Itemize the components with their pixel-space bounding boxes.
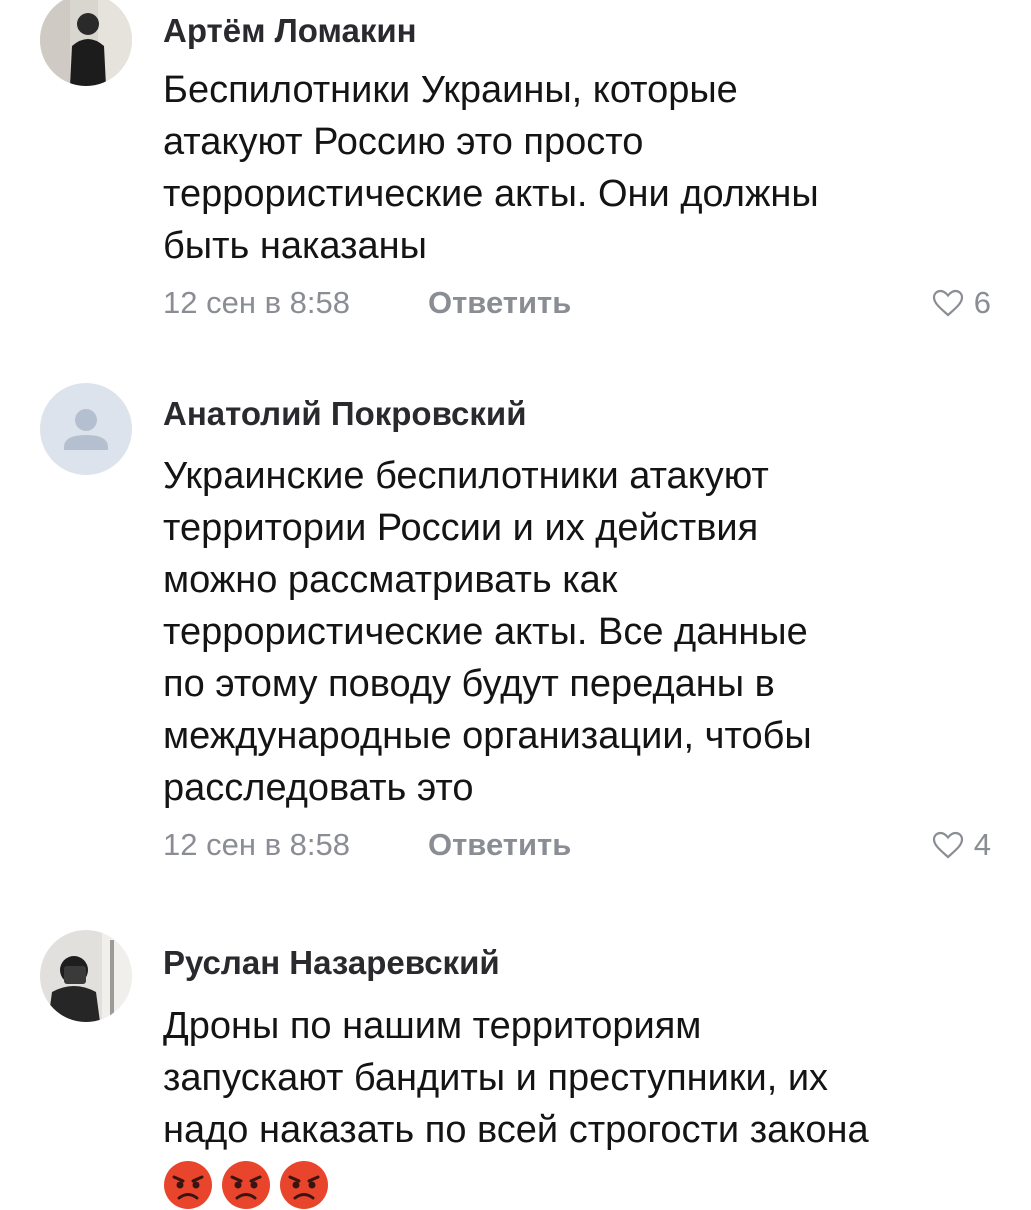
comment-line: надо наказать по всей строгости закона <box>163 1109 869 1151</box>
comment-author[interactable]: Руслан Назаревский <box>163 944 500 982</box>
comment-text: Дроны по нашим территориям запускают бан… <box>163 1000 1003 1156</box>
heart-icon <box>932 289 963 317</box>
like-count: 4 <box>973 827 991 862</box>
like-count: 6 <box>973 285 991 320</box>
avatar[interactable] <box>40 0 132 86</box>
comment-timestamp: 12 сен в 8:58 <box>163 285 350 320</box>
angry-face-emoji-icon <box>222 1161 270 1209</box>
avatar[interactable] <box>40 383 132 475</box>
comment-line: можно рассматривать как <box>163 559 618 601</box>
comment-line: Беспилотники Украины, которые <box>163 69 738 111</box>
heart-icon <box>932 831 963 859</box>
comment-line: по этому поводу будут переданы в <box>163 663 775 705</box>
comment-line: запускают бандиты и преступники, их <box>163 1057 829 1099</box>
comment-line: атакуют Россию это просто <box>163 121 644 163</box>
comment-line: Украинские беспилотники атакуют <box>163 455 769 497</box>
angry-face-emoji-icon <box>164 1161 212 1209</box>
comment-line: Дроны по нашим территориям <box>163 1005 702 1047</box>
comment-author[interactable]: Анатолий Покровский <box>163 395 527 433</box>
user-photo-icon <box>40 0 132 86</box>
comment-timestamp: 12 сен в 8:58 <box>163 827 350 862</box>
reply-button[interactable]: Ответить <box>428 827 571 863</box>
like-button[interactable]: 6 <box>932 285 991 321</box>
comment-line: террористические акты. Они должны <box>163 173 819 215</box>
angry-face-emoji-icon <box>280 1161 328 1209</box>
reply-button[interactable]: Ответить <box>428 285 571 321</box>
emoji-row <box>163 1160 329 1210</box>
user-photo-icon <box>40 930 132 1022</box>
comment-item: Анатолий Покровский Украинские беспилотн… <box>0 370 1031 870</box>
default-avatar-icon <box>40 383 132 475</box>
avatar[interactable] <box>40 930 132 1022</box>
like-button[interactable]: 4 <box>932 827 991 863</box>
comment-author[interactable]: Артём Ломакин <box>163 12 417 50</box>
comment-text: Беспилотники Украины, которые атакуют Ро… <box>163 64 1003 272</box>
comment-line: быть наказаны <box>163 225 427 267</box>
comment-line: террористические акты. Все данные <box>163 611 808 653</box>
comment-item: Артём Ломакин Беспилотники Украины, кото… <box>0 0 1031 360</box>
comment-item: Руслан Назаревский Дроны по нашим террит… <box>0 920 1031 1209</box>
comment-line: международные организации, чтобы <box>163 715 812 757</box>
comment-text: Украинские беспилотники атакуют территор… <box>163 450 1003 814</box>
comment-line: расследовать это <box>163 767 474 809</box>
comment-line: территории России и их действия <box>163 507 759 549</box>
